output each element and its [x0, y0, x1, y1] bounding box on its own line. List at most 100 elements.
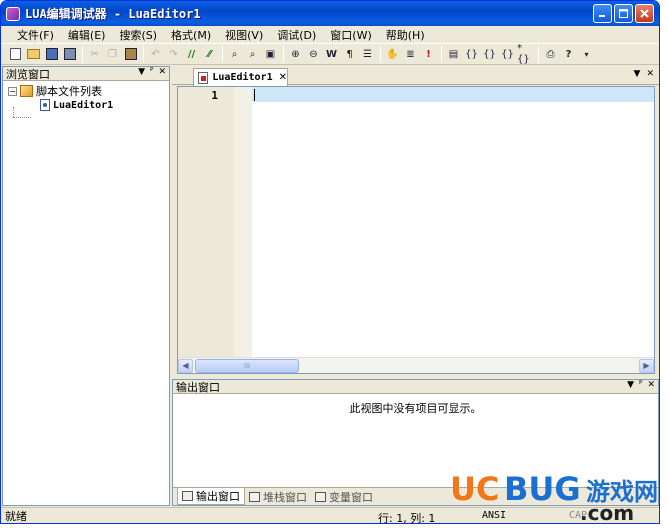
- hand-icon[interactable]: ✋: [384, 46, 401, 63]
- paste-icon[interactable]: [122, 46, 139, 63]
- scroll-left-icon[interactable]: ◀: [178, 359, 193, 373]
- maximize-icon: [619, 9, 628, 18]
- close-icon[interactable]: ✕: [647, 380, 655, 390]
- step-out-icon[interactable]: {}: [499, 46, 516, 63]
- step-over-icon[interactable]: {}: [481, 46, 498, 63]
- main-window: LUA编辑调试器 - LuaEditor1 文件(F) 编辑(E) 搜索(S) …: [0, 0, 660, 524]
- output-icon: [182, 491, 193, 501]
- break-icon[interactable]: !: [420, 46, 437, 63]
- step-back-icon[interactable]: *{}: [517, 43, 534, 65]
- help-icon[interactable]: ?: [560, 46, 577, 63]
- toolbar-separator: [222, 46, 223, 62]
- step-into-icon[interactable]: {}: [463, 46, 480, 63]
- undo-icon[interactable]: ↶: [147, 46, 164, 63]
- indent-icon[interactable]: ☰: [359, 46, 376, 63]
- browse-panel-header: 浏览窗口 ▼ ᴾ ✕: [3, 67, 169, 81]
- close-icon[interactable]: ✕: [646, 69, 654, 79]
- find-in-files-icon[interactable]: ▣: [262, 46, 279, 63]
- output-tabs: 输出窗口 堆栈窗口 变量窗口: [173, 487, 658, 505]
- tab-list-dropdown-icon[interactable]: ▼: [634, 69, 641, 79]
- menu-debug[interactable]: 调试(D): [270, 27, 323, 43]
- menu-bar: 文件(F) 编辑(E) 搜索(S) 格式(M) 视图(V) 调试(D) 窗口(W…: [1, 26, 659, 44]
- pin-icon[interactable]: ᴾ: [150, 67, 153, 77]
- toolbar-overflow-icon[interactable]: ▾: [578, 46, 595, 63]
- horizontal-scrollbar[interactable]: ◀ III ▶: [178, 357, 654, 373]
- output-panel-header: 输出窗口 ▼ ᴾ ✕: [173, 380, 658, 394]
- minimize-button[interactable]: [593, 4, 612, 23]
- toolbar-separator: [441, 46, 442, 62]
- tree-root[interactable]: − 脚本文件列表: [8, 84, 102, 98]
- scroll-thumb[interactable]: III: [195, 359, 299, 373]
- save-icon[interactable]: [43, 46, 60, 63]
- menu-window[interactable]: 窗口(W): [323, 27, 378, 43]
- toolbar-separator: [538, 46, 539, 62]
- menu-help[interactable]: 帮助(H): [379, 27, 432, 43]
- menu-view[interactable]: 视图(V): [218, 27, 270, 43]
- status-bar: 就绪 行: 1, 列: 1 ANSI CAP: [1, 507, 659, 523]
- lua-file-icon: [40, 99, 50, 111]
- tree-item-luaeditor1[interactable]: LuaEditor1: [40, 98, 113, 112]
- dropdown-icon[interactable]: ▼: [138, 67, 145, 77]
- tab-close-icon[interactable]: ✕: [279, 72, 287, 83]
- word-wrap-icon[interactable]: W: [323, 46, 340, 63]
- save-all-icon[interactable]: [61, 46, 78, 63]
- toolbar-separator: [283, 46, 284, 62]
- open-folder-icon[interactable]: [25, 46, 42, 63]
- scroll-right-icon[interactable]: ▶: [639, 359, 654, 373]
- find-next-icon[interactable]: ⌕: [244, 46, 261, 63]
- collapse-icon[interactable]: −: [8, 86, 17, 96]
- find-icon[interactable]: ⌕: [226, 46, 243, 63]
- menu-search[interactable]: 搜索(S): [112, 27, 164, 43]
- menu-edit[interactable]: 编辑(E): [61, 27, 113, 43]
- tree-item-label: LuaEditor1: [53, 99, 114, 111]
- code-editor[interactable]: 1 ◀ III ▶: [177, 86, 655, 374]
- output-panel-title: 输出窗口: [176, 380, 220, 394]
- line-number-gutter: 1: [178, 87, 252, 358]
- app-icon: [6, 6, 20, 21]
- dropdown-icon[interactable]: ▼: [627, 380, 634, 390]
- uncomment-icon[interactable]: ⁄⁄: [201, 46, 218, 63]
- status-ready: 就绪: [5, 510, 27, 523]
- toolbar-separator: [82, 46, 83, 62]
- title-bar[interactable]: LUA编辑调试器 - LuaEditor1: [1, 1, 659, 26]
- tab-variables-label: 变量窗口: [329, 490, 373, 504]
- close-icon[interactable]: ✕: [158, 67, 166, 77]
- document-tabs: LuaEditor1 ✕ ▼ ✕: [172, 66, 659, 86]
- current-line-highlight: [252, 87, 654, 102]
- menu-file[interactable]: 文件(F): [10, 27, 61, 43]
- browse-panel: 浏览窗口 ▼ ᴾ ✕ − 脚本文件列表 LuaEditor1: [2, 66, 170, 506]
- minimize-icon: [599, 15, 605, 17]
- breakpoint-icon[interactable]: ▤: [445, 46, 462, 63]
- cut-icon[interactable]: ✂: [86, 46, 103, 63]
- maximize-button[interactable]: [614, 4, 633, 23]
- browse-panel-title: 浏览窗口: [6, 67, 50, 81]
- copy-icon[interactable]: ❐: [104, 46, 121, 63]
- new-file-icon[interactable]: [7, 46, 24, 63]
- tree-root-label: 脚本文件列表: [36, 85, 102, 98]
- close-button[interactable]: [635, 4, 654, 23]
- close-icon: [640, 9, 649, 18]
- tab-stack-label: 堆栈窗口: [263, 490, 307, 504]
- redo-icon[interactable]: ↷: [165, 46, 182, 63]
- zoom-in-icon[interactable]: ⊕: [287, 46, 304, 63]
- tab-output-label: 输出窗口: [196, 490, 240, 503]
- comment-icon[interactable]: //: [183, 46, 200, 63]
- project-icon: [20, 85, 33, 97]
- tab-luaeditor1[interactable]: LuaEditor1 ✕: [193, 68, 288, 86]
- status-encoding: ANSI: [482, 510, 507, 521]
- tab-output[interactable]: 输出窗口: [177, 488, 245, 505]
- menu-format[interactable]: 格式(M): [164, 27, 218, 43]
- pin-icon[interactable]: ᴾ: [639, 380, 642, 390]
- tab-stack[interactable]: 堆栈窗口: [245, 488, 311, 505]
- toolbar-separator: [380, 46, 381, 62]
- browse-panel-controls: ▼ ᴾ ✕: [138, 67, 166, 77]
- output-panel-controls: ▼ ᴾ ✕: [627, 380, 655, 390]
- print-icon[interactable]: ⎙: [542, 46, 559, 63]
- output-panel: 输出窗口 ▼ ᴾ ✕ 此视图中没有项目可显示。 输出窗口 堆栈窗口 变量窗口: [172, 379, 659, 506]
- zoom-out-icon[interactable]: ⊖: [305, 46, 322, 63]
- list-icon[interactable]: ≣: [402, 46, 419, 63]
- line-number: 1: [211, 89, 218, 102]
- paragraph-icon[interactable]: ¶: [341, 46, 358, 63]
- tab-variables[interactable]: 变量窗口: [311, 488, 377, 505]
- tree-line: [13, 107, 14, 117]
